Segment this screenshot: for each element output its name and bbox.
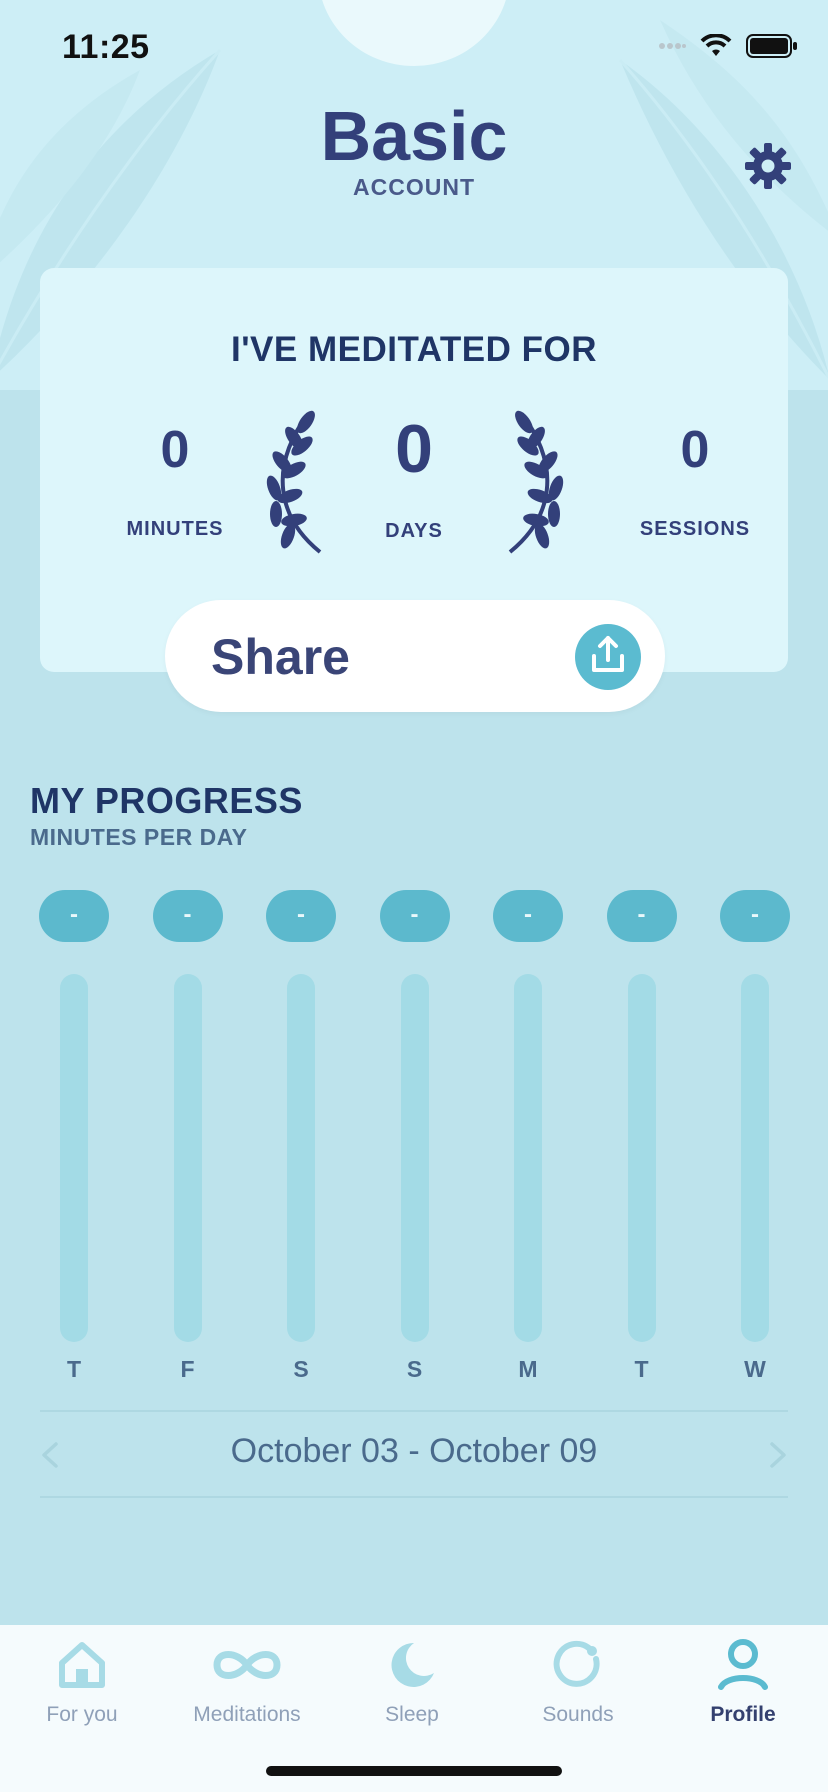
- days-value: 0: [395, 411, 433, 487]
- day-value-pill: -: [493, 890, 563, 942]
- progress-subtitle: MINUTES PER DAY: [30, 824, 248, 850]
- day-value-pill: -: [266, 890, 336, 942]
- status-icons: [658, 34, 798, 58]
- day-value-pill: -: [152, 890, 223, 942]
- home-icon: [59, 1642, 105, 1688]
- sessions-label: SESSIONS: [639, 518, 751, 540]
- day-value-pill: -: [39, 890, 109, 942]
- status-time: 11:25: [62, 28, 150, 66]
- sounds-icon: [553, 1640, 600, 1687]
- days-label: DAYS: [385, 520, 443, 542]
- progress-title: MY PROGRESS: [30, 780, 303, 821]
- day-bar-track: [514, 974, 542, 1342]
- stats-title: I'VE MEDITATED FOR: [230, 330, 598, 369]
- day-bar-track: [173, 974, 202, 1342]
- day-label: T: [634, 1356, 649, 1382]
- avatar-circle: [318, 0, 510, 66]
- day-value-pill: -: [606, 890, 677, 942]
- divider-bottom: [40, 1496, 788, 1498]
- tab-meditations[interactable]: Meditations: [172, 1637, 322, 1727]
- tab-label-meditations: Meditations: [193, 1703, 301, 1726]
- share-label: Share: [211, 629, 350, 685]
- share-button[interactable]: Share: [165, 600, 665, 712]
- tab-label-sleep: Sleep: [385, 1703, 439, 1726]
- day-bar-track: [60, 974, 88, 1342]
- tab-for-you[interactable]: For you: [7, 1637, 157, 1727]
- sessions-value: 0: [680, 421, 710, 479]
- laurel-left-icon: [266, 410, 322, 554]
- next-week-chevron-icon[interactable]: [766, 1440, 790, 1470]
- tab-label-profile: Profile: [710, 1703, 776, 1726]
- tab-profile[interactable]: Profile: [668, 1637, 818, 1727]
- account-subtitle: ACCOUNT: [353, 174, 475, 200]
- day-bar-track: [741, 974, 769, 1342]
- profile-icon: [718, 1639, 768, 1690]
- day-label: F: [180, 1356, 195, 1382]
- day-bar-track: [287, 974, 315, 1342]
- day-label: W: [744, 1356, 766, 1382]
- signal-icon: [659, 43, 686, 49]
- day-label: M: [518, 1356, 538, 1382]
- day-bar-track: [400, 974, 429, 1342]
- share-upload-icon: [575, 624, 641, 690]
- day-value-pill: -: [379, 890, 450, 942]
- moon-icon: [391, 1642, 434, 1687]
- laurel-right-icon: [508, 410, 564, 554]
- home-indicator: [266, 1766, 562, 1776]
- date-range: October 03 - October 09: [230, 1432, 598, 1470]
- day-label: T: [66, 1356, 82, 1382]
- account-title: Basic: [320, 97, 508, 175]
- day-bar-track: [627, 974, 656, 1342]
- day-value-pill: -: [720, 890, 790, 942]
- minutes-label: MINUTES: [126, 518, 224, 540]
- wifi-icon: [700, 34, 732, 56]
- day-label: S: [406, 1356, 423, 1382]
- day-label: S: [293, 1356, 309, 1382]
- infinity-icon: [213, 1651, 281, 1679]
- battery-icon: [746, 34, 797, 58]
- minutes-value: 0: [160, 421, 190, 479]
- tab-label-for-you: For you: [46, 1703, 118, 1726]
- divider-top: [40, 1410, 788, 1412]
- tab-label-sounds: Sounds: [542, 1703, 614, 1726]
- tab-sounds[interactable]: Sounds: [503, 1637, 653, 1727]
- tab-sleep[interactable]: Sleep: [337, 1637, 487, 1727]
- settings-gear-icon[interactable]: [744, 142, 792, 190]
